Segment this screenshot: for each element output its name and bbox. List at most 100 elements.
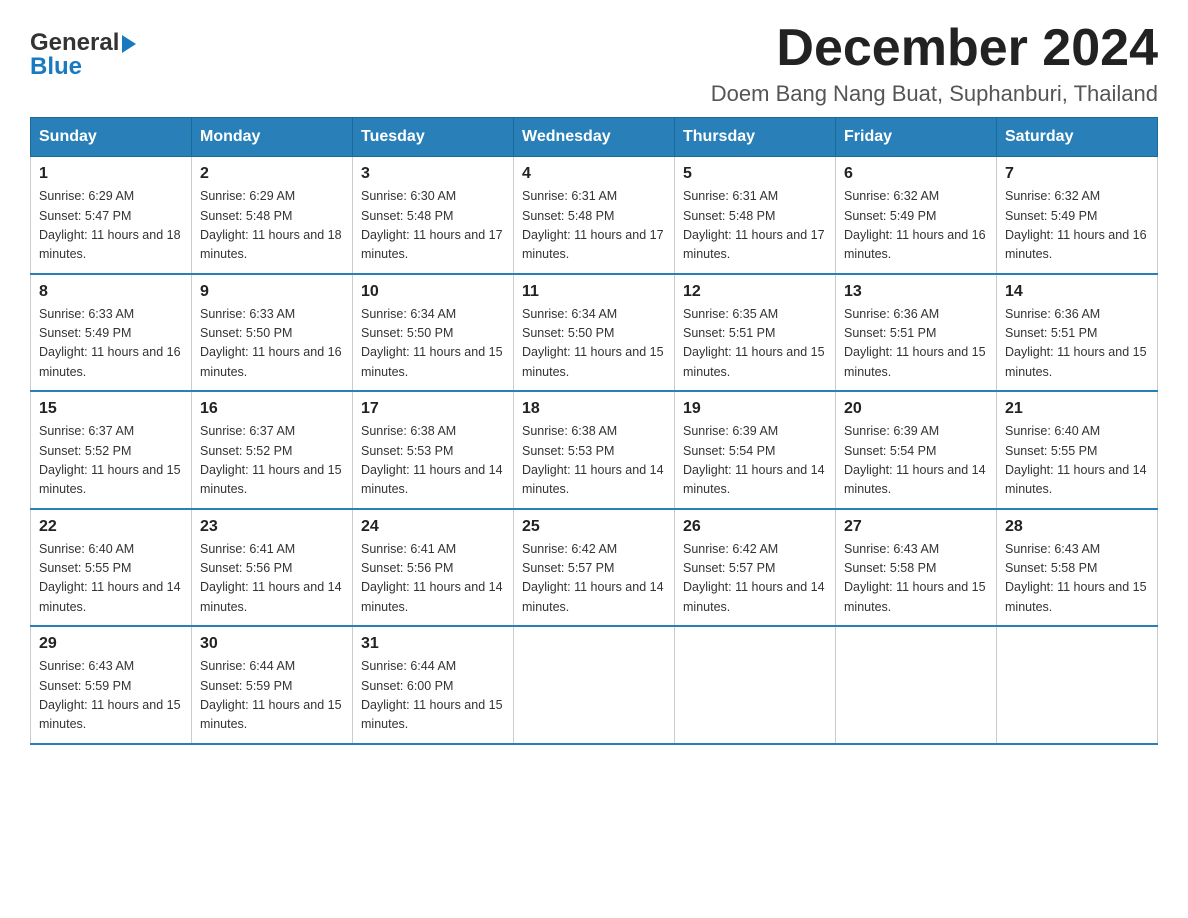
day-number: 7: [1005, 165, 1149, 183]
day-number: 30: [200, 635, 344, 653]
day-info: Sunrise: 6:38 AM Sunset: 5:53 PM Dayligh…: [361, 422, 505, 500]
day-number: 10: [361, 283, 505, 301]
day-number: 4: [522, 165, 666, 183]
calendar-cell: 19 Sunrise: 6:39 AM Sunset: 5:54 PM Dayl…: [675, 391, 836, 509]
header: General Blue December 2024 Doem Bang Nan…: [30, 20, 1158, 107]
day-info: Sunrise: 6:31 AM Sunset: 5:48 PM Dayligh…: [683, 187, 827, 265]
week-row-4: 22 Sunrise: 6:40 AM Sunset: 5:55 PM Dayl…: [31, 509, 1158, 627]
day-number: 29: [39, 635, 183, 653]
calendar-cell: [675, 626, 836, 744]
day-info: Sunrise: 6:42 AM Sunset: 5:57 PM Dayligh…: [683, 540, 827, 618]
day-number: 28: [1005, 518, 1149, 536]
day-info: Sunrise: 6:31 AM Sunset: 5:48 PM Dayligh…: [522, 187, 666, 265]
calendar-cell: 10 Sunrise: 6:34 AM Sunset: 5:50 PM Dayl…: [353, 274, 514, 392]
calendar-cell: 30 Sunrise: 6:44 AM Sunset: 5:59 PM Dayl…: [192, 626, 353, 744]
calendar-cell: 16 Sunrise: 6:37 AM Sunset: 5:52 PM Dayl…: [192, 391, 353, 509]
week-row-3: 15 Sunrise: 6:37 AM Sunset: 5:52 PM Dayl…: [31, 391, 1158, 509]
day-number: 24: [361, 518, 505, 536]
day-info: Sunrise: 6:44 AM Sunset: 5:59 PM Dayligh…: [200, 657, 344, 735]
day-number: 18: [522, 400, 666, 418]
week-row-5: 29 Sunrise: 6:43 AM Sunset: 5:59 PM Dayl…: [31, 626, 1158, 744]
calendar-cell: 11 Sunrise: 6:34 AM Sunset: 5:50 PM Dayl…: [514, 274, 675, 392]
calendar-cell: 5 Sunrise: 6:31 AM Sunset: 5:48 PM Dayli…: [675, 157, 836, 274]
week-row-1: 1 Sunrise: 6:29 AM Sunset: 5:47 PM Dayli…: [31, 157, 1158, 274]
day-number: 8: [39, 283, 183, 301]
day-info: Sunrise: 6:42 AM Sunset: 5:57 PM Dayligh…: [522, 540, 666, 618]
weekday-header-wednesday: Wednesday: [514, 118, 675, 157]
day-number: 1: [39, 165, 183, 183]
calendar-cell: 27 Sunrise: 6:43 AM Sunset: 5:58 PM Dayl…: [836, 509, 997, 627]
calendar-cell: 6 Sunrise: 6:32 AM Sunset: 5:49 PM Dayli…: [836, 157, 997, 274]
day-number: 23: [200, 518, 344, 536]
calendar-cell: 15 Sunrise: 6:37 AM Sunset: 5:52 PM Dayl…: [31, 391, 192, 509]
day-info: Sunrise: 6:43 AM Sunset: 5:58 PM Dayligh…: [844, 540, 988, 618]
calendar-cell: 22 Sunrise: 6:40 AM Sunset: 5:55 PM Dayl…: [31, 509, 192, 627]
calendar-cell: 7 Sunrise: 6:32 AM Sunset: 5:49 PM Dayli…: [997, 157, 1158, 274]
day-number: 27: [844, 518, 988, 536]
day-number: 21: [1005, 400, 1149, 418]
day-number: 13: [844, 283, 988, 301]
day-info: Sunrise: 6:40 AM Sunset: 5:55 PM Dayligh…: [1005, 422, 1149, 500]
day-info: Sunrise: 6:36 AM Sunset: 5:51 PM Dayligh…: [844, 305, 988, 383]
calendar-cell: 21 Sunrise: 6:40 AM Sunset: 5:55 PM Dayl…: [997, 391, 1158, 509]
calendar-cell: 29 Sunrise: 6:43 AM Sunset: 5:59 PM Dayl…: [31, 626, 192, 744]
day-info: Sunrise: 6:40 AM Sunset: 5:55 PM Dayligh…: [39, 540, 183, 618]
day-number: 5: [683, 165, 827, 183]
day-number: 22: [39, 518, 183, 536]
day-info: Sunrise: 6:43 AM Sunset: 5:59 PM Dayligh…: [39, 657, 183, 735]
page-wrapper: General Blue December 2024 Doem Bang Nan…: [30, 20, 1158, 745]
calendar-cell: 17 Sunrise: 6:38 AM Sunset: 5:53 PM Dayl…: [353, 391, 514, 509]
day-info: Sunrise: 6:36 AM Sunset: 5:51 PM Dayligh…: [1005, 305, 1149, 383]
week-row-2: 8 Sunrise: 6:33 AM Sunset: 5:49 PM Dayli…: [31, 274, 1158, 392]
day-number: 9: [200, 283, 344, 301]
day-number: 14: [1005, 283, 1149, 301]
day-number: 6: [844, 165, 988, 183]
calendar-cell: [514, 626, 675, 744]
day-number: 19: [683, 400, 827, 418]
weekday-header-thursday: Thursday: [675, 118, 836, 157]
calendar-cell: 26 Sunrise: 6:42 AM Sunset: 5:57 PM Dayl…: [675, 509, 836, 627]
day-number: 15: [39, 400, 183, 418]
day-info: Sunrise: 6:37 AM Sunset: 5:52 PM Dayligh…: [200, 422, 344, 500]
calendar-cell: 14 Sunrise: 6:36 AM Sunset: 5:51 PM Dayl…: [997, 274, 1158, 392]
day-info: Sunrise: 6:33 AM Sunset: 5:50 PM Dayligh…: [200, 305, 344, 383]
day-number: 26: [683, 518, 827, 536]
day-info: Sunrise: 6:29 AM Sunset: 5:47 PM Dayligh…: [39, 187, 183, 265]
weekday-header-row: SundayMondayTuesdayWednesdayThursdayFrid…: [31, 118, 1158, 157]
month-title: December 2024: [711, 20, 1158, 77]
day-number: 2: [200, 165, 344, 183]
calendar-cell: 28 Sunrise: 6:43 AM Sunset: 5:58 PM Dayl…: [997, 509, 1158, 627]
logo-blue: Blue: [30, 54, 136, 80]
weekday-header-friday: Friday: [836, 118, 997, 157]
weekday-header-saturday: Saturday: [997, 118, 1158, 157]
day-info: Sunrise: 6:39 AM Sunset: 5:54 PM Dayligh…: [683, 422, 827, 500]
day-number: 11: [522, 283, 666, 301]
day-info: Sunrise: 6:34 AM Sunset: 5:50 PM Dayligh…: [522, 305, 666, 383]
weekday-header-tuesday: Tuesday: [353, 118, 514, 157]
calendar-cell: 8 Sunrise: 6:33 AM Sunset: 5:49 PM Dayli…: [31, 274, 192, 392]
logo: General Blue: [30, 30, 136, 81]
calendar-cell: 13 Sunrise: 6:36 AM Sunset: 5:51 PM Dayl…: [836, 274, 997, 392]
day-info: Sunrise: 6:44 AM Sunset: 6:00 PM Dayligh…: [361, 657, 505, 735]
day-number: 25: [522, 518, 666, 536]
calendar-cell: 12 Sunrise: 6:35 AM Sunset: 5:51 PM Dayl…: [675, 274, 836, 392]
calendar-cell: 31 Sunrise: 6:44 AM Sunset: 6:00 PM Dayl…: [353, 626, 514, 744]
calendar-cell: 2 Sunrise: 6:29 AM Sunset: 5:48 PM Dayli…: [192, 157, 353, 274]
weekday-header-sunday: Sunday: [31, 118, 192, 157]
calendar-cell: 24 Sunrise: 6:41 AM Sunset: 5:56 PM Dayl…: [353, 509, 514, 627]
calendar-cell: 18 Sunrise: 6:38 AM Sunset: 5:53 PM Dayl…: [514, 391, 675, 509]
day-info: Sunrise: 6:38 AM Sunset: 5:53 PM Dayligh…: [522, 422, 666, 500]
day-number: 3: [361, 165, 505, 183]
day-info: Sunrise: 6:41 AM Sunset: 5:56 PM Dayligh…: [200, 540, 344, 618]
calendar-cell: 20 Sunrise: 6:39 AM Sunset: 5:54 PM Dayl…: [836, 391, 997, 509]
day-info: Sunrise: 6:32 AM Sunset: 5:49 PM Dayligh…: [844, 187, 988, 265]
day-info: Sunrise: 6:41 AM Sunset: 5:56 PM Dayligh…: [361, 540, 505, 618]
day-info: Sunrise: 6:30 AM Sunset: 5:48 PM Dayligh…: [361, 187, 505, 265]
day-number: 12: [683, 283, 827, 301]
calendar-cell: [997, 626, 1158, 744]
day-info: Sunrise: 6:35 AM Sunset: 5:51 PM Dayligh…: [683, 305, 827, 383]
title-area: December 2024 Doem Bang Nang Buat, Supha…: [711, 20, 1158, 107]
day-number: 31: [361, 635, 505, 653]
day-number: 16: [200, 400, 344, 418]
calendar-cell: 4 Sunrise: 6:31 AM Sunset: 5:48 PM Dayli…: [514, 157, 675, 274]
